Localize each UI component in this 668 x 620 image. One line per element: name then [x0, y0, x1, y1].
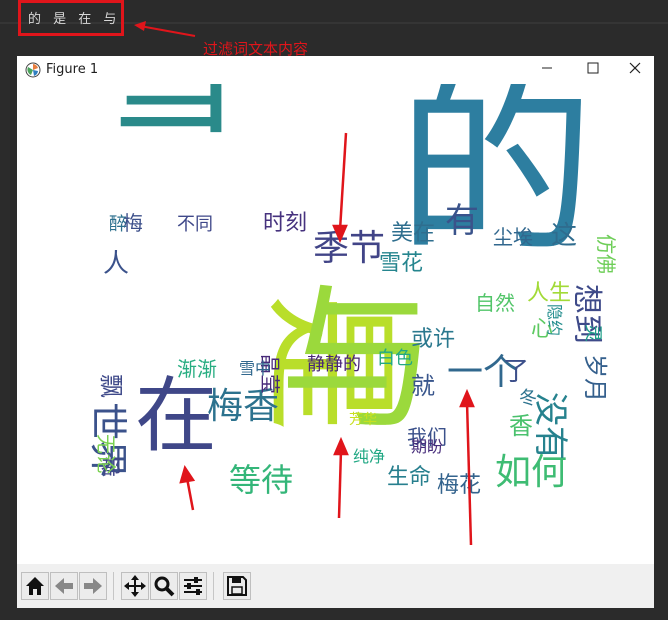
save-button[interactable]	[223, 572, 251, 600]
cloud-word: 这	[551, 221, 577, 251]
close-icon	[629, 62, 641, 74]
cloud-word: 白色	[377, 348, 413, 369]
filter-words-text[interactable]: 的 是 在 与	[28, 8, 120, 27]
zoom-icon	[154, 576, 175, 597]
cloud-word: 或许	[411, 327, 455, 352]
cloud-word: 隐约	[545, 304, 564, 336]
maximize-icon	[587, 62, 599, 74]
cloud-word: 人生	[527, 281, 571, 306]
configure-subplots-button[interactable]	[179, 572, 207, 600]
back-button[interactable]	[50, 572, 78, 600]
cloud-word: 渐渐	[177, 357, 217, 381]
cloud-word: 冬	[519, 388, 537, 409]
toolbar-separator	[113, 572, 114, 600]
cloud-word: 雪中	[239, 359, 271, 378]
cloud-word: 雪	[99, 84, 247, 155]
cloud-word: 岁月	[581, 354, 609, 402]
cloud-word: 静静的	[307, 354, 361, 375]
toolbar-separator	[213, 572, 214, 600]
forward-button[interactable]	[79, 572, 107, 600]
cloud-word: 有	[445, 201, 479, 241]
cloud-word: 不同	[177, 214, 213, 235]
close-button[interactable]	[612, 56, 658, 84]
cloud-word: 的	[397, 84, 595, 281]
cloud-word: 梅花	[437, 473, 481, 498]
cloud-word: 期盼	[411, 437, 443, 456]
cloud-word: 自然	[475, 291, 515, 315]
cloud-word: 时刻	[263, 211, 307, 236]
home-button[interactable]	[21, 572, 49, 600]
cloud-word: 尘埃	[493, 225, 533, 249]
maximize-button[interactable]	[570, 56, 616, 84]
cloud-word: 醉	[109, 214, 127, 235]
cloud-word: 芳华	[349, 411, 377, 428]
figure-window: Figure 1 雪的是与在等待世界季节梅香如何没有一个想到人有这梅美在雪花尘埃…	[17, 0, 654, 608]
navigation-toolbar	[17, 564, 654, 608]
configure-subplots-icon	[184, 577, 202, 595]
pan-button[interactable]	[121, 572, 149, 600]
cloud-word: 灵	[582, 324, 603, 342]
cloud-word: 飘	[97, 374, 125, 398]
editor-panel: 的 是 在 与 过滤词文本内容	[0, 0, 668, 58]
cloud-word: 纯净	[353, 447, 385, 466]
back-icon	[55, 578, 73, 594]
cloud-word: 就	[411, 372, 435, 400]
minimize-icon	[542, 67, 552, 69]
cloud-word: 美在	[391, 221, 435, 246]
matplotlib-icon	[25, 62, 41, 78]
cloud-word: 人	[103, 249, 129, 279]
cloud-word: 雪花	[379, 251, 423, 276]
zoom-button[interactable]	[150, 572, 178, 600]
save-icon	[227, 576, 247, 596]
home-icon	[26, 577, 44, 595]
cloud-word: 季节	[313, 228, 385, 269]
word-cloud: 雪的是与在等待世界季节梅香如何没有一个想到人有这梅美在雪花尘埃时刻不同静静的或许…	[86, 0, 618, 499]
title-bar[interactable]: Figure 1	[17, 56, 654, 84]
window-title: Figure 1	[46, 62, 99, 77]
pan-icon	[124, 575, 146, 597]
cloud-word: 香	[509, 412, 533, 440]
annotation-arrow	[134, 21, 196, 37]
cloud-word: 仿佛	[594, 234, 618, 274]
cloud-word: 等待	[229, 461, 293, 499]
plot-canvas[interactable]: 雪的是与在等待世界季节梅香如何没有一个想到人有这梅美在雪花尘埃时刻不同静静的或许…	[17, 0, 654, 564]
cloud-word: 生命	[387, 465, 431, 490]
minimize-button[interactable]	[524, 56, 570, 84]
cloud-word: 无论	[94, 434, 118, 474]
cloud-word: 了	[503, 357, 529, 387]
forward-icon	[84, 578, 102, 594]
cloud-word: 在	[135, 369, 217, 464]
